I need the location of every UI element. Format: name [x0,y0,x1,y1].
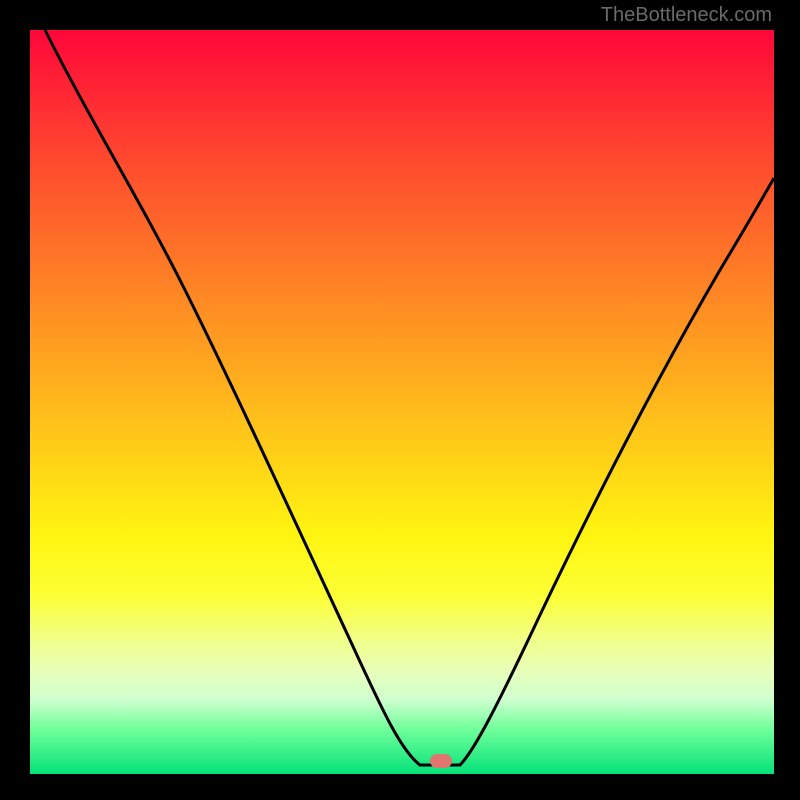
optimal-marker [430,754,452,768]
watermark-text: TheBottleneck.com [601,4,772,27]
chart-frame: TheBottleneck.com [0,0,800,800]
bottleneck-curve [45,30,774,765]
plot-area [30,30,774,774]
curve-svg [30,30,774,774]
